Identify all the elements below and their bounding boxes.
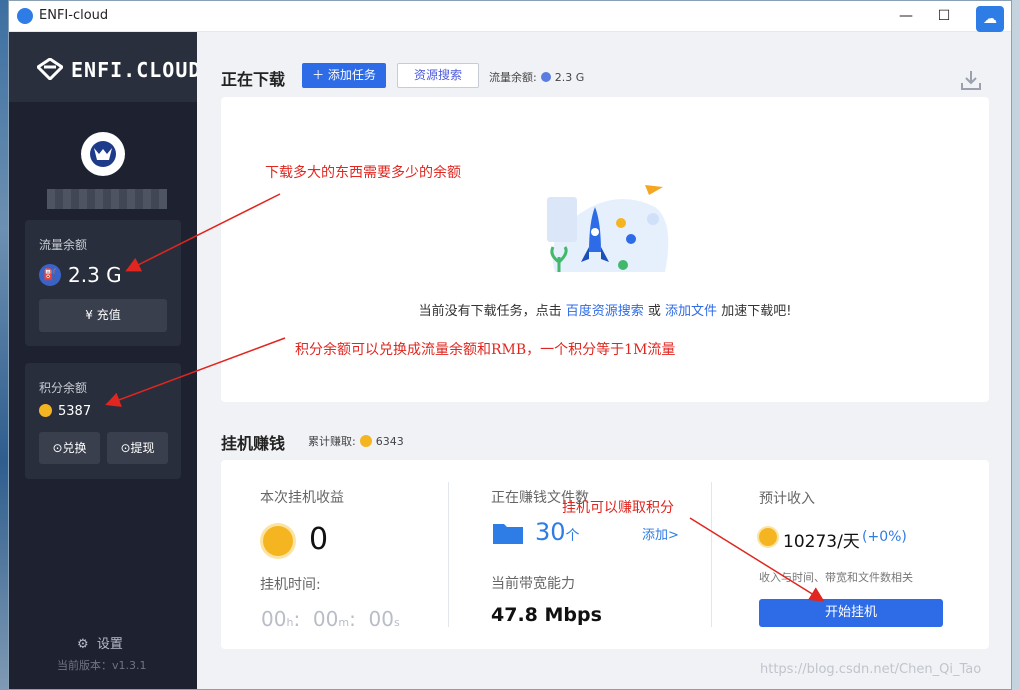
empty-or: 或: [647, 304, 661, 319]
expected-income-note: 收入与时间、带宽和文件数相关: [759, 571, 913, 584]
unit-minutes: m: [338, 616, 350, 629]
add-task-label: 添加任务: [327, 68, 376, 82]
desktop-background-right: [1012, 0, 1020, 690]
points-balance-card: 积分余额 5387 ⊙兑换 ⊙提现: [25, 363, 181, 479]
bandwidth-value: 47.8 Mbps: [491, 604, 602, 626]
recharge-icon: ¥: [85, 308, 93, 322]
files-count-value: 30: [535, 518, 566, 546]
withdraw-label: 提现: [130, 441, 155, 455]
gear-icon: ⚙: [77, 637, 89, 652]
earn-panel: 本次挂机收益 0 挂机时间: 00h: 00m: 00s 正在赚钱文件数 30个…: [221, 460, 989, 649]
expected-income-label: 预计收入: [759, 491, 815, 507]
bandwidth-label: 当前带宽能力: [491, 576, 575, 592]
username-blurred: [47, 189, 167, 209]
empty-download-message: 当前没有下载任务，点击 百度资源搜索 或 添加文件 加速下载吧!: [221, 300, 989, 319]
expected-income-value: 10273/天: [783, 532, 860, 552]
settings-label: 设置: [96, 637, 123, 652]
logo-bar: ENFI.CLOUD: [9, 32, 200, 102]
empty-suffix: 加速下载吧!: [721, 304, 792, 319]
idle-time-value: 00h: 00m: 00s: [261, 607, 400, 631]
baidu-search-link[interactable]: 百度资源搜索: [566, 304, 644, 319]
plus-icon: ＋: [312, 68, 325, 82]
avatar[interactable]: [81, 132, 125, 176]
session-earnings-value: 0: [309, 522, 329, 557]
add-files-link[interactable]: 添加>: [642, 524, 679, 543]
annotation-traffic: 下载多大的东西需要多少的余额: [265, 165, 461, 181]
settings-link[interactable]: ⚙ 设置: [77, 633, 123, 652]
version-text: 当前版本：v1.3.1: [57, 659, 147, 672]
points-row: 5387: [39, 404, 91, 419]
logo-icon: [37, 58, 63, 80]
app-icon: [17, 8, 33, 24]
coin-icon: [39, 404, 52, 417]
time-seconds: 00: [368, 607, 394, 631]
maximize-button[interactable]: ☐: [921, 1, 967, 32]
unit-seconds: s: [393, 616, 400, 629]
downloading-title: 正在下载: [221, 70, 286, 89]
window-title: ENFI-cloud: [39, 8, 109, 23]
files-count-unit: 个: [565, 528, 580, 544]
folder-icon: [493, 524, 523, 544]
coin-icon: [759, 528, 777, 546]
start-idle-button[interactable]: 开始挂机: [759, 599, 943, 627]
logo-text: ENFI.CLOUD: [71, 58, 202, 82]
total-earned-value: 6343: [375, 435, 404, 448]
add-task-button[interactable]: ＋ 添加任务: [302, 63, 386, 88]
resource-search-button[interactable]: 资源搜索: [397, 63, 479, 88]
add-file-link[interactable]: 添加文件: [665, 304, 717, 319]
coin-icon: [359, 435, 372, 447]
wing-icon: [90, 141, 116, 167]
traffic-meta-label: 流量余额:: [489, 71, 537, 84]
traffic-meta: 流量余额: 2.3 G: [489, 69, 584, 85]
points-label: 积分余额: [39, 381, 88, 395]
points-value: 5387: [58, 404, 92, 419]
exchange-button[interactable]: ⊙兑换: [39, 432, 100, 464]
earning-files-count: 30个: [535, 518, 580, 546]
recharge-label: 充值: [96, 308, 121, 322]
withdraw-icon: ⊙: [120, 441, 131, 455]
traffic-meta-value: 2.3 G: [554, 71, 585, 84]
idle-time-label: 挂机时间:: [260, 577, 321, 593]
annotation-points: 积分余额可以兑换成流量余额和RMB，一个积分等于1M流量: [295, 342, 676, 358]
traffic-small-icon: [540, 72, 551, 82]
traffic-label: 流量余额: [39, 238, 88, 252]
recharge-button[interactable]: ¥ 充值: [39, 299, 167, 332]
main-content: 正在下载 ＋ 添加任务 资源搜索 流量余额: 2.3 G 当前没有下载任务，点击…: [197, 32, 1011, 689]
traffic-icon: ⛽: [39, 264, 61, 286]
column-divider: [711, 482, 712, 627]
download-icon[interactable]: [960, 69, 982, 91]
desktop-background-left: [0, 0, 8, 690]
annotation-earn: 挂机可以赚取积分: [562, 500, 674, 516]
exchange-label: 兑换: [62, 441, 87, 455]
traffic-value: 2.3 G: [68, 263, 122, 287]
title-bar: ENFI-cloud — ☐: [9, 1, 1011, 32]
session-earnings-label: 本次挂机收益: [260, 490, 344, 506]
column-divider: [448, 482, 449, 627]
tray-cloud-icon[interactable]: ☁: [976, 6, 1004, 32]
sidebar: ENFI.CLOUD 流量余额 ⛽ 2.3 G ¥ 充值 积分余额 5387 ⊙…: [9, 32, 200, 689]
rocket-illustration: [547, 185, 669, 272]
total-earned: 累计赚取: 6343: [308, 433, 404, 449]
earn-title: 挂机赚钱: [221, 434, 286, 453]
time-hours: 00: [261, 607, 287, 631]
time-minutes: 00: [312, 607, 339, 631]
coin-icon: [263, 526, 293, 556]
empty-prefix: 当前没有下载任务，点击: [418, 304, 562, 319]
unit-hours: h: [286, 616, 294, 629]
withdraw-button[interactable]: ⊙提现: [107, 432, 168, 464]
total-earned-label: 累计赚取:: [308, 435, 356, 448]
expected-income-change: (+0%): [862, 529, 907, 545]
traffic-balance-card: 流量余额 ⛽ 2.3 G ¥ 充值: [25, 220, 181, 346]
watermark: https://blog.csdn.net/Chen_Qi_Tao: [760, 662, 982, 677]
exchange-icon: ⊙: [52, 441, 63, 455]
